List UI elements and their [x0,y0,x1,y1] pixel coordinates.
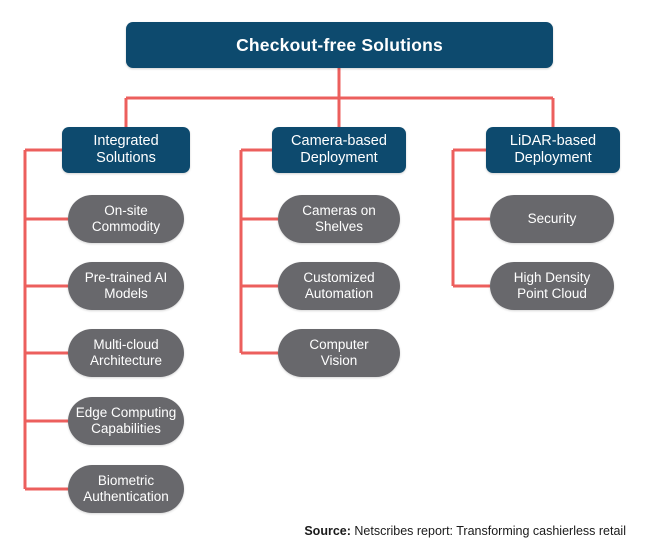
branch-header-line-2: Solutions [96,150,156,166]
leaf-label-line-1: Edge Computing [75,405,177,421]
leaf-node-computer-vision[interactable]: Computer Vision [278,329,400,377]
branch-header-line-2: Deployment [300,150,378,166]
leaf-label-line-1: Computer [309,337,369,353]
leaf-node-customized-automation[interactable]: Customized Automation [278,262,400,310]
root-node-checkout-free-solutions[interactable]: Checkout-free Solutions [126,22,553,68]
leaf-label-line-1: Biometric [97,473,155,489]
leaf-node-multi-cloud-architecture[interactable]: Multi-cloud Architecture [68,329,184,377]
leaf-node-cameras-on-shelves[interactable]: Cameras on Shelves [278,195,400,243]
leaf-label-line-2: Authentication [83,489,169,504]
branch-header-line-2: Deployment [514,150,592,166]
leaf-label-line-2: Commodity [91,219,161,234]
leaf-label-line-1: Cameras on [302,203,376,219]
source-note: Source: Netscribes report: Transforming … [304,524,626,538]
branch-header-line-1: LiDAR-based [509,132,597,149]
branch-header-integrated-solutions[interactable]: Integrated Solutions [62,127,190,173]
leaf-node-on-site-commodity[interactable]: On-site Commodity [68,195,184,243]
leaf-label-line-1: On-site [104,203,148,219]
leaf-label-line-1: Pre-trained AI [84,270,168,286]
branch-header-line-1: Integrated [93,132,159,149]
leaf-label-line-1: Customized [303,270,375,286]
leaf-label-line-2: Vision [320,353,358,368]
leaf-label-line-2: Automation [304,286,374,301]
leaf-label-line-2: Models [104,286,148,301]
leaf-label-line-2: Shelves [314,219,363,234]
branch-header-line-1: Camera-based [291,132,387,149]
leaf-label-line-2: Capabilities [91,421,161,436]
leaf-node-high-density-point-cloud[interactable]: High Density Point Cloud [490,262,614,310]
leaf-label-line-1: Multi-cloud [93,337,159,353]
leaf-label-line-2: Point Cloud [517,286,587,301]
root-node-label: Checkout-free Solutions [236,34,443,55]
leaf-label-line-1: Security [527,211,577,227]
org-chart: Checkout-free Solutions Integrated Solut… [0,0,650,555]
leaf-label-line-2: Architecture [89,353,163,368]
branch-header-camera-based-deployment[interactable]: Camera-based Deployment [272,127,406,173]
leaf-node-pre-trained-ai-models[interactable]: Pre-trained AI Models [68,262,184,310]
branch-header-lidar-based-deployment[interactable]: LiDAR-based Deployment [486,127,620,173]
source-label: Source: [304,524,351,538]
leaf-node-biometric-authentication[interactable]: Biometric Authentication [68,465,184,513]
leaf-node-security[interactable]: Security [490,195,614,243]
source-text: Netscribes report: Transforming cashierl… [350,524,626,538]
leaf-label-line-1: High Density [513,270,591,286]
leaf-node-edge-computing-capabilities[interactable]: Edge Computing Capabilities [68,397,184,445]
